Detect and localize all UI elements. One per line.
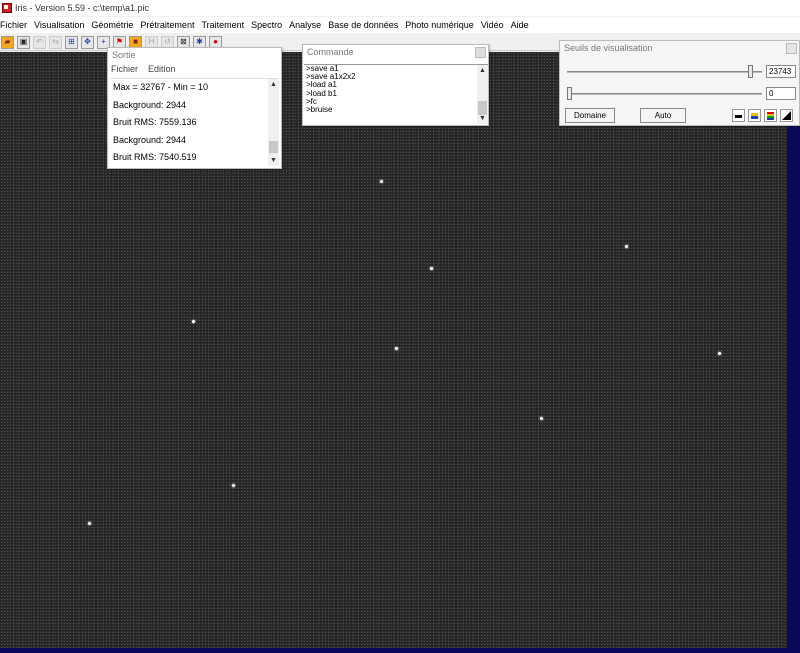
menu-analyse[interactable]: Analyse (289, 20, 326, 30)
commande-title: Commande (307, 47, 354, 57)
star (430, 267, 433, 270)
low-threshold-field[interactable]: 0 (766, 87, 796, 100)
right-frame (787, 52, 800, 653)
save-icon[interactable]: ▣ (17, 35, 30, 49)
palette-yellow-icon[interactable] (748, 109, 761, 122)
menu-base-de-donnees[interactable]: Base de données (328, 20, 403, 30)
low-threshold-track[interactable] (567, 93, 762, 95)
star (380, 180, 383, 183)
app-icon (2, 3, 12, 13)
high-threshold-field[interactable]: 23743 (766, 65, 796, 78)
scroll-down-icon[interactable]: ▼ (477, 113, 488, 124)
palette-gradient-icon[interactable] (780, 109, 793, 122)
palette-rainbow-icon[interactable] (764, 109, 777, 122)
scroll-thumb[interactable] (269, 141, 278, 153)
palette-bw-icon[interactable] (732, 109, 745, 122)
menu-fichier[interactable]: Fichier (0, 20, 32, 30)
command-input[interactable]: >save a1 >save a1x2x2 >load a1 >load b1 … (304, 64, 488, 124)
high-threshold-row: 23743 (565, 65, 797, 79)
close-icon[interactable] (786, 43, 797, 54)
sortie-menu-edition[interactable]: Edition (148, 64, 176, 74)
output-line: Background: 2944 (113, 134, 187, 145)
star (718, 352, 721, 355)
menu-geometrie[interactable]: Géométrie (91, 20, 138, 30)
low-threshold-slider[interactable] (567, 87, 572, 100)
seuils-window: Seuils de visualisation 23743 0 Domaine … (559, 40, 800, 126)
title-bar: Iris - Version 5.59 - c:\temp\a1.pic (0, 0, 800, 16)
close-icon[interactable] (475, 47, 486, 58)
scroll-up-icon[interactable]: ▲ (268, 79, 279, 90)
menu-bar: Fichier Visualisation Géométrie Prétrait… (0, 17, 800, 33)
star (540, 417, 543, 420)
commande-scrollbar[interactable]: ▲ ▼ (477, 65, 488, 124)
command-line: >load b1 (306, 88, 337, 98)
window-title: Iris - Version 5.59 - c:\temp\a1.pic (15, 3, 150, 13)
high-threshold-track[interactable] (567, 71, 762, 73)
sortie-title: Sortie (112, 50, 136, 60)
open-icon[interactable]: ▰ (1, 35, 14, 49)
low-threshold-row: 0 (565, 87, 797, 101)
menu-photo-numerique[interactable]: Photo numérique (405, 20, 479, 30)
star (88, 522, 91, 525)
menu-aide[interactable]: Aide (511, 20, 534, 30)
zoom-in-icon[interactable]: ⊞ (65, 35, 78, 49)
scroll-up-icon[interactable]: ▲ (477, 65, 488, 76)
output-line: Bruit RMS: 7540.519 (113, 152, 197, 162)
domaine-button[interactable]: Domaine (565, 108, 615, 123)
menu-video[interactable]: Vidéo (481, 20, 509, 30)
high-threshold-slider[interactable] (747, 65, 753, 78)
redo-icon[interactable]: ⇆ (49, 35, 62, 49)
star (625, 245, 628, 248)
star (192, 320, 195, 323)
sortie-menu-fichier[interactable]: Fichier (111, 64, 138, 74)
undo-icon[interactable]: ↶ (33, 35, 46, 49)
sortie-menu-bar: Fichier Edition (108, 62, 281, 76)
menu-spectro[interactable]: Spectro (251, 20, 287, 30)
sortie-window: Sortie Fichier Edition Max = 32767 - Min… (107, 47, 282, 169)
command-line: >bruise (306, 105, 333, 115)
menu-traitement[interactable]: Traitement (201, 20, 249, 30)
output-line: Bruit RMS: 7559.136 (113, 117, 197, 127)
menu-visualisation[interactable]: Visualisation (34, 20, 89, 30)
star (395, 347, 398, 350)
seuils-title: Seuils de visualisation (564, 43, 653, 53)
scroll-down-icon[interactable]: ▼ (268, 155, 279, 166)
auto-button[interactable]: Auto (640, 108, 686, 123)
sortie-scrollbar[interactable]: ▲ ▼ (268, 79, 279, 166)
commande-window: Commande >save a1 >save a1x2x2 >load a1 … (302, 44, 489, 126)
bottom-frame (0, 648, 800, 653)
output-line: Max = 32767 - Min = 10 (113, 82, 209, 92)
sortie-output: Max = 32767 - Min = 10 Background: 2944 … (111, 78, 279, 166)
output-line: Background: 2944 (113, 99, 187, 110)
menu-pretraitement[interactable]: Prétraitement (140, 20, 199, 30)
move-icon[interactable]: ✥ (81, 35, 94, 49)
star (232, 484, 235, 487)
